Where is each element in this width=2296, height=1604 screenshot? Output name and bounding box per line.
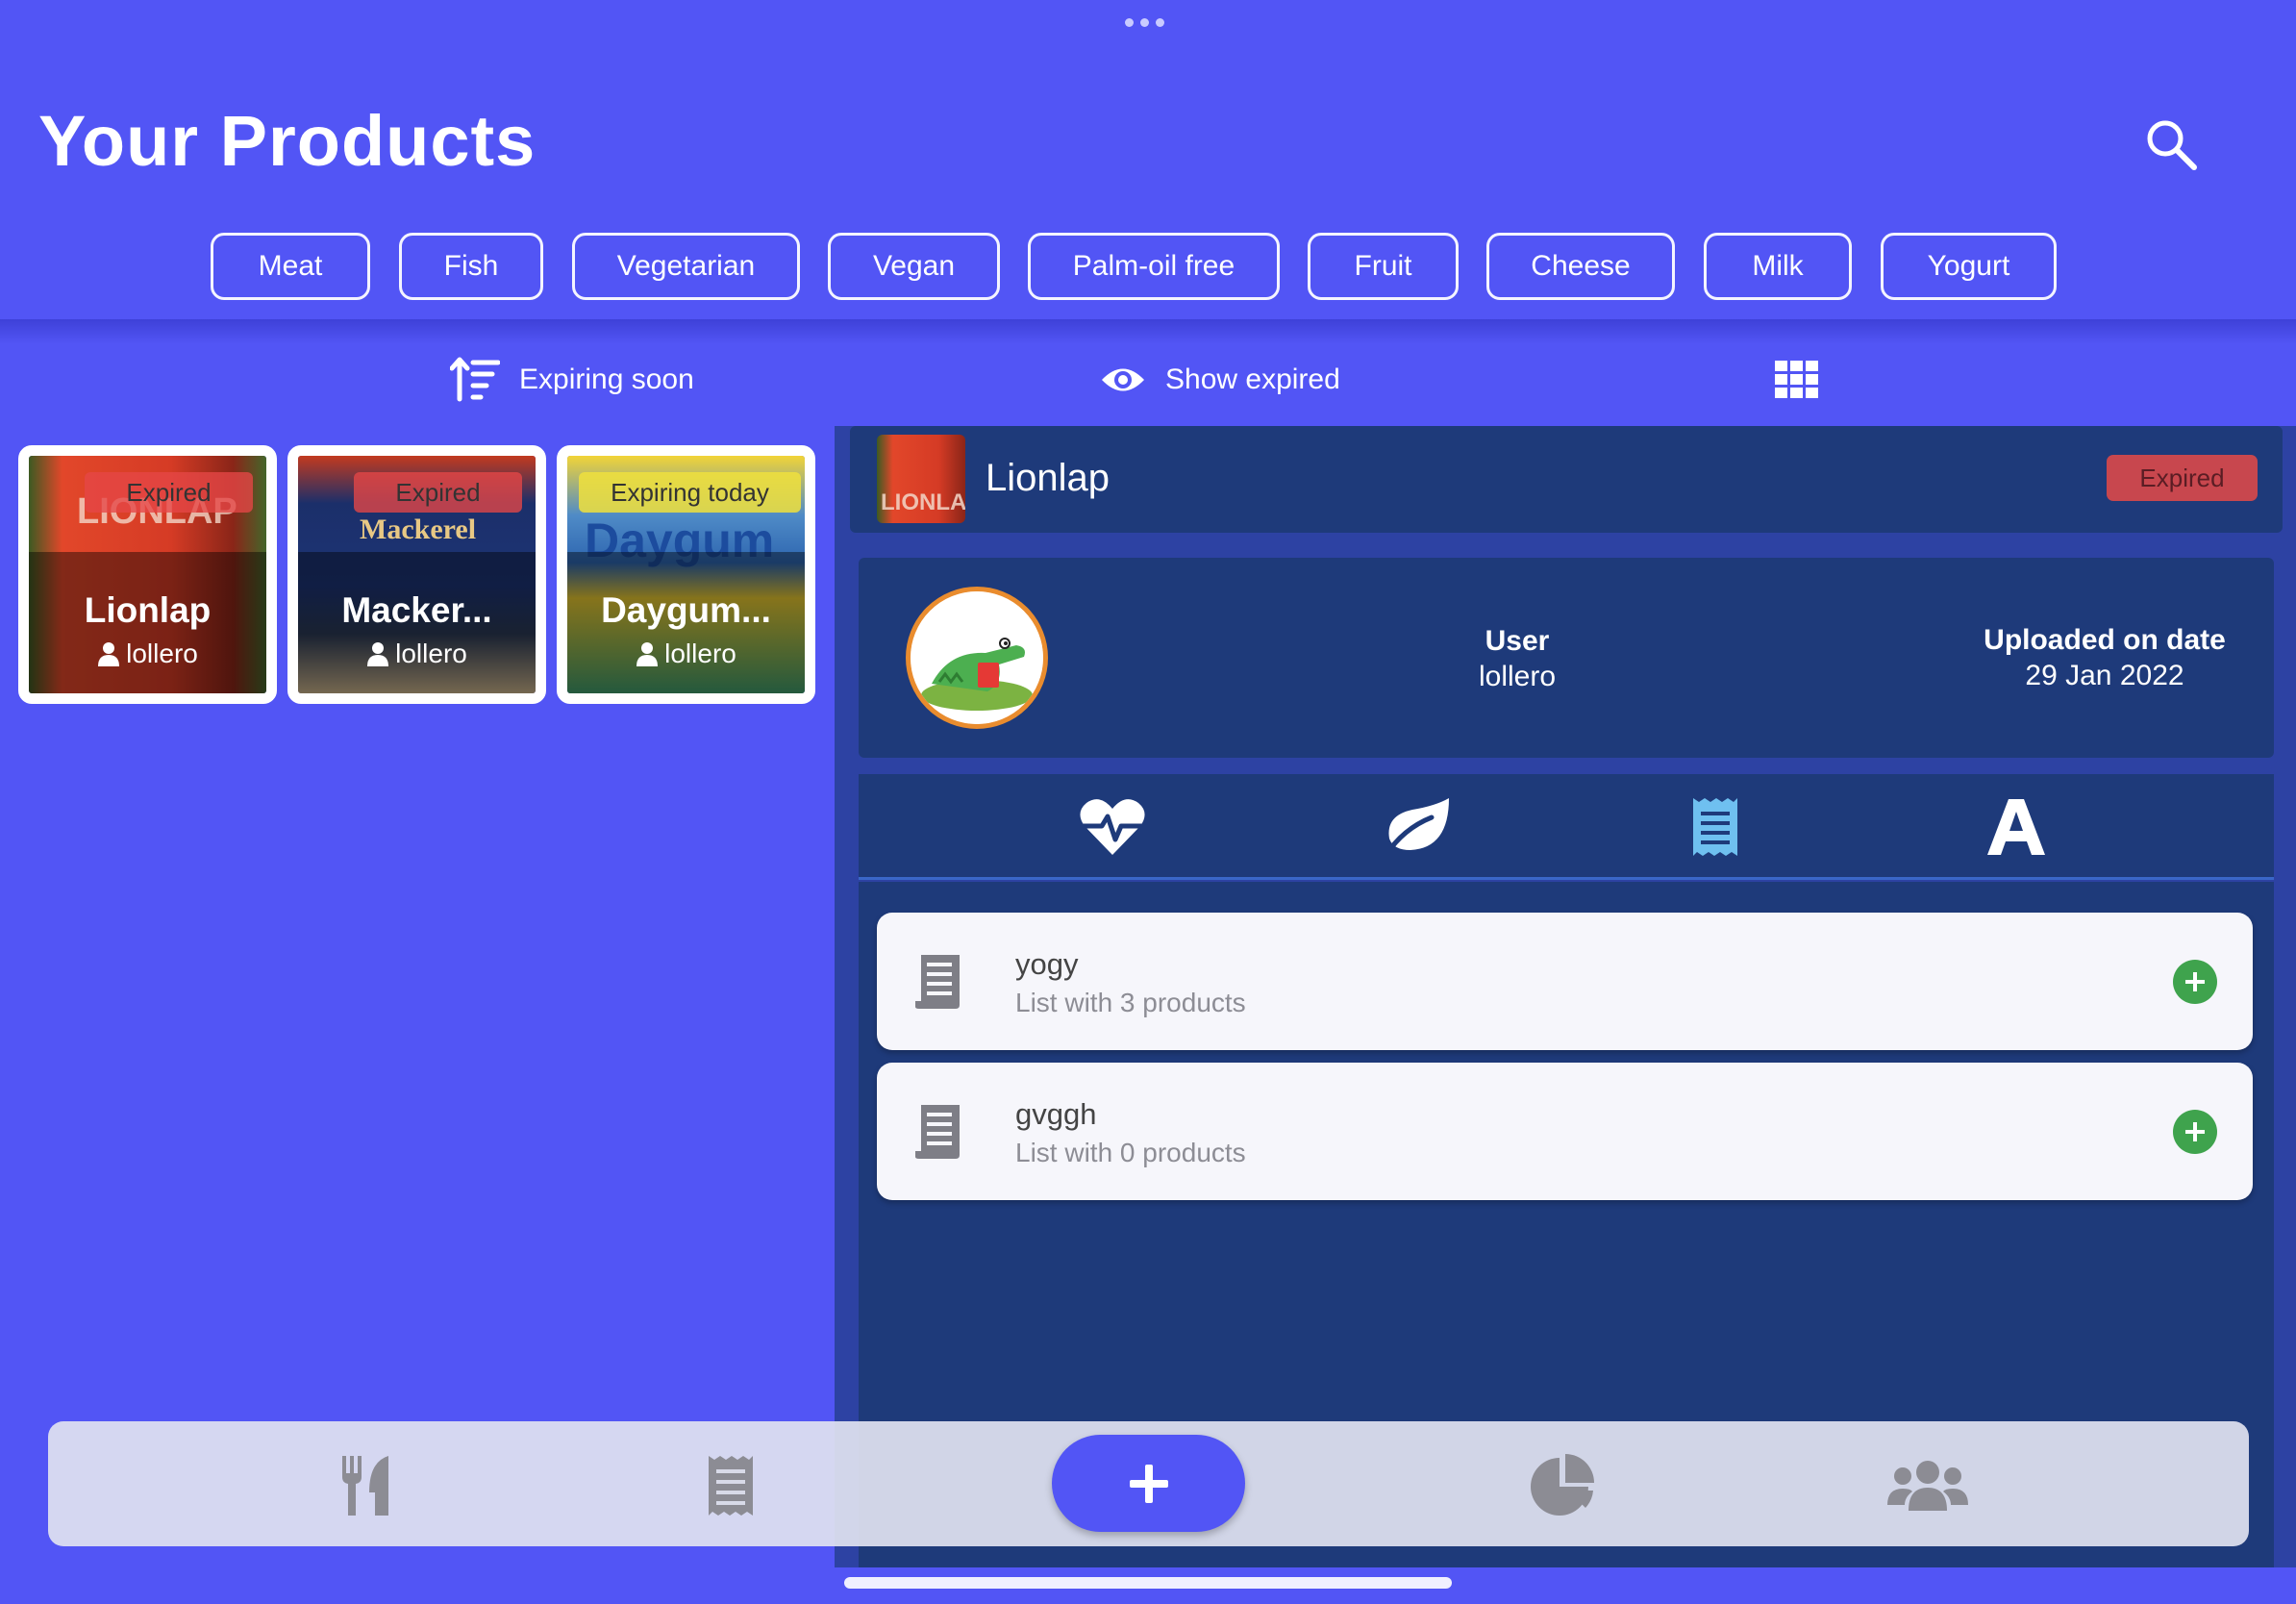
search-icon[interactable] xyxy=(2142,115,2200,173)
svg-text:LIONLAP: LIONLAP xyxy=(881,489,965,515)
avatar xyxy=(906,587,1048,729)
upload-date-label: Uploaded on date xyxy=(1984,624,2226,656)
product-card[interactable]: Daygum Expiring today Daygum... lollero xyxy=(557,445,815,704)
plus-icon xyxy=(1129,1464,1168,1503)
add-product-button[interactable] xyxy=(1052,1435,1245,1532)
user-icon xyxy=(367,642,389,666)
sort-icon xyxy=(450,357,500,402)
grid-icon xyxy=(1775,361,1818,398)
list-item[interactable]: yogy List with 3 products xyxy=(877,913,2253,1050)
product-owner: lollero xyxy=(298,639,536,669)
status-badge: Expiring today xyxy=(579,472,801,513)
plus-icon xyxy=(2185,1122,2205,1141)
upload-info-card xyxy=(859,558,2274,758)
nav-lists[interactable] xyxy=(687,1442,774,1529)
receipt-icon xyxy=(709,1456,753,1516)
list-subtitle: List with 3 products xyxy=(1015,988,1246,1017)
filter-chip-milk[interactable]: Milk xyxy=(1704,233,1852,300)
product-name: Lionlap xyxy=(84,590,212,630)
list-name: gvggh xyxy=(1015,1097,1097,1131)
product-card[interactable]: Mackerel Expired Macker... lollero xyxy=(287,445,546,704)
grid-view-toggle[interactable] xyxy=(1775,351,1819,409)
receipt-icon xyxy=(915,1105,960,1159)
add-to-list-button[interactable] xyxy=(2173,1110,2217,1154)
tab-lists[interactable] xyxy=(1672,784,1759,870)
user-label: User xyxy=(1485,625,1550,657)
app-screen: Your Products Meat Fish Vegetarian Vegan… xyxy=(0,0,2296,1604)
status-badge: Expired xyxy=(85,472,253,513)
user-icon xyxy=(98,642,120,666)
filter-chip-meat[interactable]: Meat xyxy=(211,233,370,300)
pie-chart-icon xyxy=(1531,1454,1594,1516)
add-to-list-button[interactable] xyxy=(2173,960,2217,1004)
list-subtitle: List with 0 products xyxy=(1015,1138,1246,1167)
product-name: Daygum... xyxy=(601,590,771,630)
upload-date-value: 29 Jan 2022 xyxy=(2025,660,2184,691)
tab-allergens[interactable] xyxy=(1973,784,2059,870)
users-icon xyxy=(1887,1461,1968,1511)
utensils-icon xyxy=(342,1456,388,1516)
nav-products[interactable] xyxy=(324,1442,411,1529)
filter-chip-palm-oil-free[interactable]: Palm-oil free xyxy=(1028,233,1280,300)
sort-label: Expiring soon xyxy=(519,363,694,395)
multitasking-dots[interactable] xyxy=(1125,18,1164,27)
header-divider xyxy=(0,319,2296,344)
leaf-icon xyxy=(1383,798,1449,858)
receipt-icon xyxy=(1693,798,1737,856)
letter-a-icon xyxy=(1987,799,2045,855)
product-owner: lollero xyxy=(567,639,805,669)
home-indicator[interactable] xyxy=(844,1577,1452,1589)
product-card[interactable]: LIONLAP Expired Lionlap lollero xyxy=(18,445,277,704)
detail-product-name: Lionlap xyxy=(986,457,1111,499)
show-expired-button[interactable]: Show expired xyxy=(1100,351,1340,409)
detail-status-badge: Expired xyxy=(2107,455,2258,501)
detail-thumbnail: LIONLAP xyxy=(877,435,965,523)
eye-icon xyxy=(1102,368,1144,391)
list-name: yogy xyxy=(1015,947,1079,981)
filter-chip-fish[interactable]: Fish xyxy=(399,233,543,300)
filter-chip-fruit[interactable]: Fruit xyxy=(1308,233,1459,300)
user-value: lollero xyxy=(1478,661,1557,692)
filter-chip-yogurt[interactable]: Yogurt xyxy=(1881,233,2057,300)
svg-text:Mackerel: Mackerel xyxy=(360,514,476,545)
user-icon xyxy=(636,642,659,666)
nav-groups[interactable] xyxy=(1884,1442,1971,1529)
nav-statistics[interactable] xyxy=(1520,1442,1607,1529)
filter-chip-vegetarian[interactable]: Vegetarian xyxy=(572,233,800,300)
sort-expiring-button[interactable]: Expiring soon xyxy=(450,351,694,409)
status-badge: Expired xyxy=(354,472,522,513)
product-name: Macker... xyxy=(341,590,492,630)
product-owner: lollero xyxy=(29,639,266,669)
tab-environment[interactable] xyxy=(1373,784,1460,870)
list-item[interactable]: gvggh List with 0 products xyxy=(877,1063,2253,1200)
page-title: Your Products xyxy=(38,101,537,181)
show-expired-label: Show expired xyxy=(1165,363,1340,395)
receipt-icon xyxy=(915,955,960,1009)
filter-chip-vegan[interactable]: Vegan xyxy=(828,233,1000,300)
filter-chip-cheese[interactable]: Cheese xyxy=(1486,233,1675,300)
tab-health[interactable] xyxy=(1069,784,1156,870)
plus-icon xyxy=(2185,972,2205,991)
heart-rate-icon xyxy=(1080,799,1145,855)
